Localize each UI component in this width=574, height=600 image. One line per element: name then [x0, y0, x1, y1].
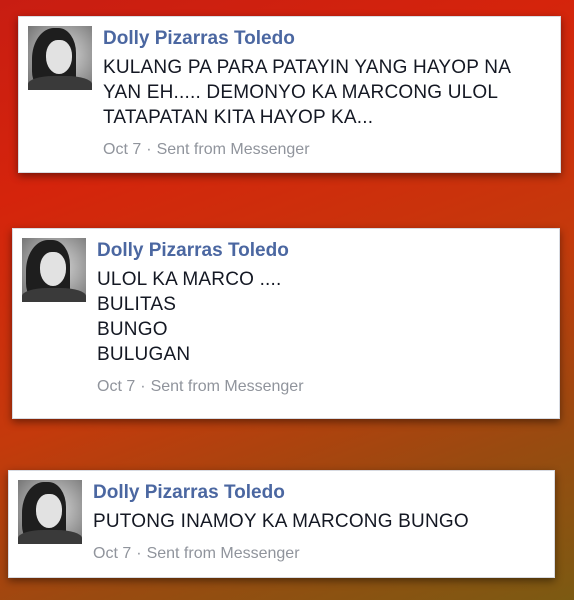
avatar-shoulder: [28, 76, 92, 90]
comment-line: PUTONG INAMOY KA MARCONG BUNGO: [93, 511, 469, 532]
comment-content: Dolly Pizarras Toledo PUTONG INAMOY KA M…: [93, 481, 544, 564]
comment-source: Sent from Messenger: [146, 545, 300, 562]
comment-card: Dolly Pizarras Toledo KULANG PA PARA PAT…: [18, 16, 561, 173]
comment-meta: Oct 7 · Sent from Messenger: [93, 544, 544, 564]
comment-card: Dolly Pizarras Toledo ULOL KA MARCO ....…: [12, 228, 560, 419]
avatar[interactable]: [22, 238, 86, 302]
comment-line: ULOL KA MARCO ....: [97, 269, 282, 290]
comment-content: Dolly Pizarras Toledo KULANG PA PARA PAT…: [103, 27, 550, 160]
comment-text: KULANG PA PARA PATAYIN YANG HAYOP NA YAN…: [103, 55, 550, 130]
author-name[interactable]: Dolly Pizarras Toledo: [103, 27, 550, 51]
avatar-face: [40, 252, 66, 286]
avatar-shoulder: [18, 530, 82, 544]
avatar-face: [46, 40, 72, 74]
avatar[interactable]: [28, 26, 92, 90]
meta-separator: ·: [136, 545, 142, 562]
comment-date[interactable]: Oct 7: [93, 545, 131, 562]
meta-separator: ·: [146, 141, 152, 158]
comment-line: BULUGAN: [97, 344, 191, 365]
comment-line: BULITAS: [97, 294, 177, 315]
avatar[interactable]: [18, 480, 82, 544]
comment-line: TATAPATAN KITA HAYOP KA...: [103, 107, 374, 128]
comment-date[interactable]: Oct 7: [97, 378, 135, 395]
comment-line: KULANG PA PARA PATAYIN YANG HAYOP NA: [103, 57, 512, 78]
comment-content: Dolly Pizarras Toledo ULOL KA MARCO ....…: [97, 239, 549, 397]
author-name[interactable]: Dolly Pizarras Toledo: [93, 481, 544, 505]
comment-card: Dolly Pizarras Toledo PUTONG INAMOY KA M…: [8, 470, 555, 578]
comment-line: YAN EH..... DEMONYO KA MARCONG ULOL: [103, 82, 499, 103]
comment-text: PUTONG INAMOY KA MARCONG BUNGO: [93, 509, 544, 534]
comment-date[interactable]: Oct 7: [103, 141, 141, 158]
meta-separator: ·: [140, 378, 146, 395]
avatar-face: [36, 494, 62, 528]
comment-meta: Oct 7 · Sent from Messenger: [103, 140, 550, 160]
comment-source: Sent from Messenger: [156, 141, 310, 158]
avatar-shoulder: [22, 288, 86, 302]
comment-line: BUNGO: [97, 319, 168, 340]
comment-text: ULOL KA MARCO .... BULITAS BUNGO BULUGAN: [97, 267, 549, 367]
comment-meta: Oct 7 · Sent from Messenger: [97, 377, 549, 397]
comment-source: Sent from Messenger: [150, 378, 304, 395]
author-name[interactable]: Dolly Pizarras Toledo: [97, 239, 549, 263]
